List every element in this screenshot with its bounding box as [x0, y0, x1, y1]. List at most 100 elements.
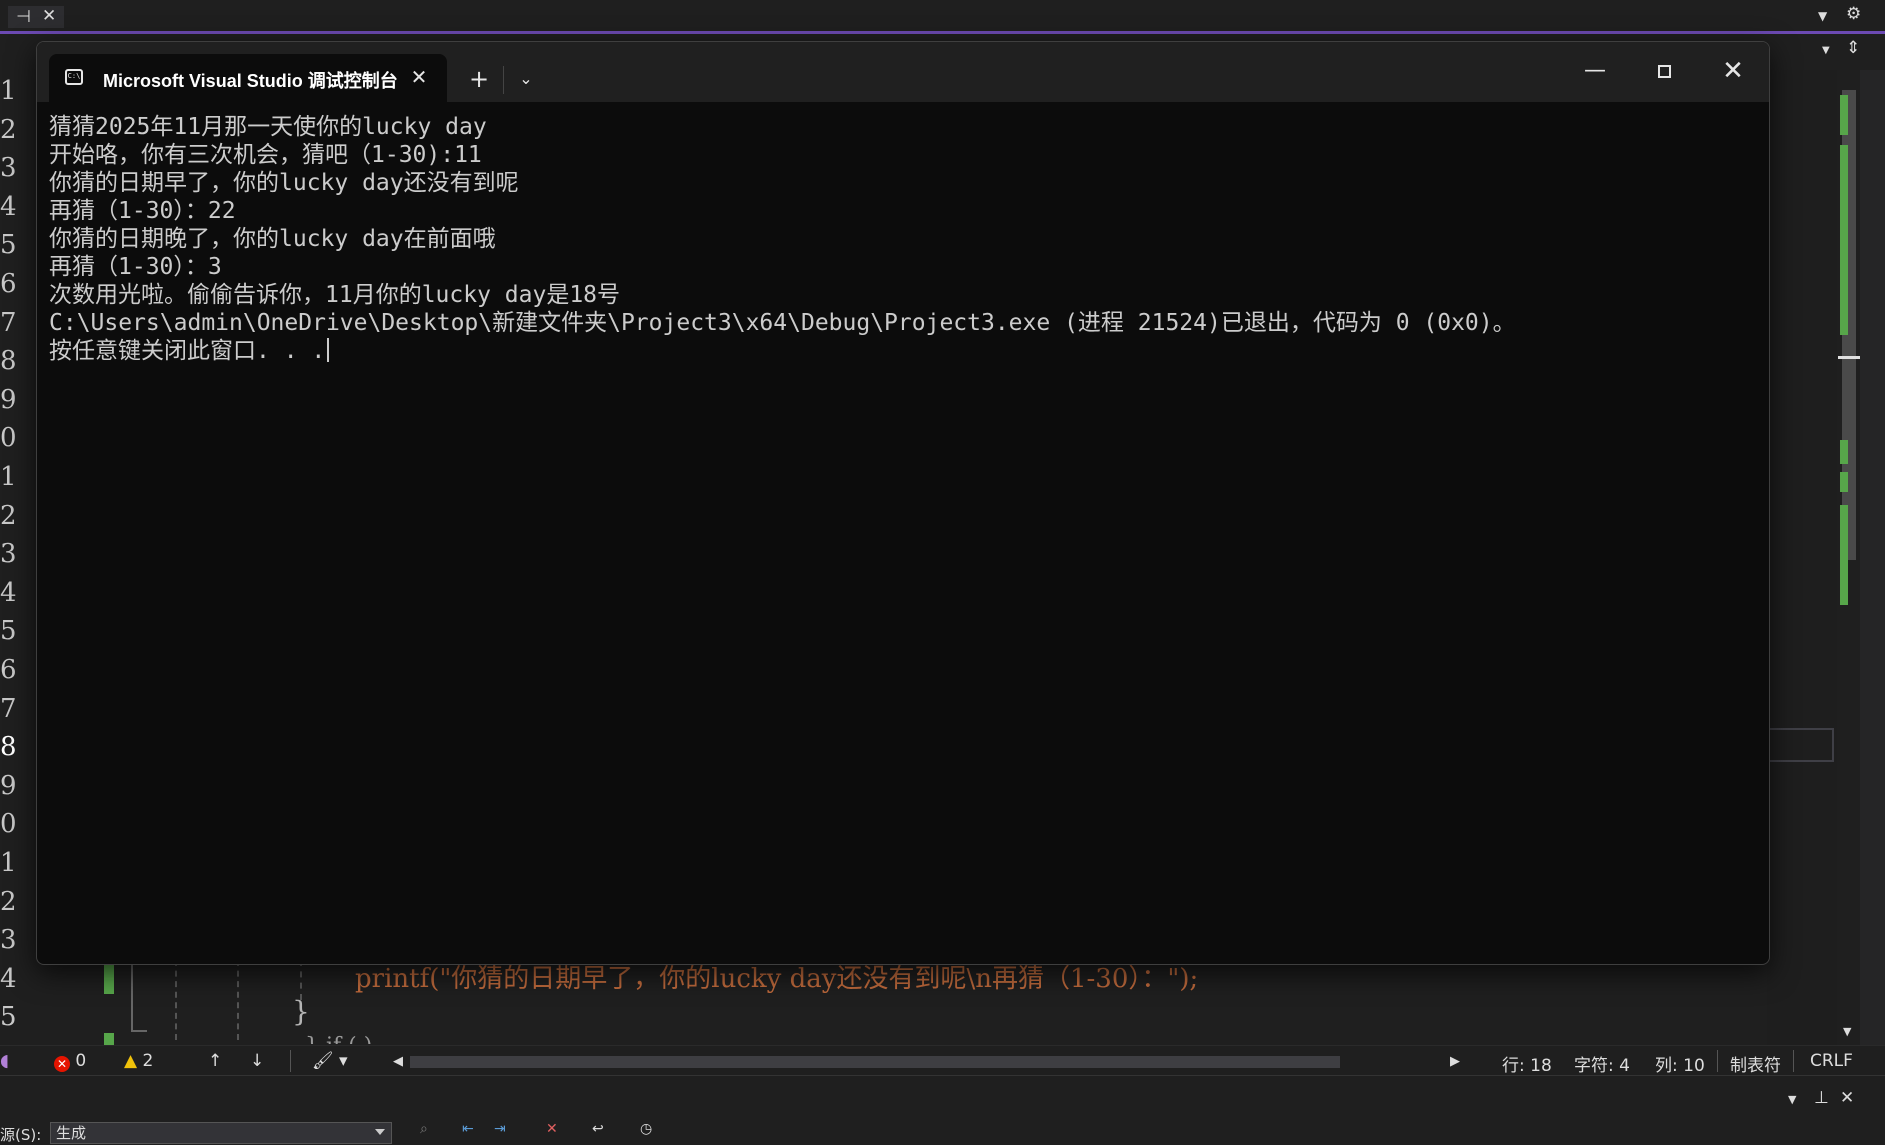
pinned-tab[interactable]: ⊣ ✕: [8, 6, 64, 28]
panel-dropdown-icon[interactable]: ▼: [1788, 1094, 1796, 1105]
gear-icon[interactable]: ⚙: [1846, 6, 1861, 23]
split-icon[interactable]: ⇕: [1846, 40, 1860, 57]
line-indicator[interactable]: 行: 18: [1502, 1051, 1552, 1076]
code-line-if[interactable]: } if ( ): [305, 1034, 372, 1044]
error-count[interactable]: ✕ 0: [54, 1051, 86, 1072]
pin-icon[interactable]: ⊥: [1814, 1090, 1829, 1107]
divider: [1793, 1050, 1794, 1072]
line-number: 4: [0, 191, 17, 222]
code-minimap[interactable]: [1767, 70, 1837, 1045]
line-number-gutter: 1 2 3 4 5 6 7 8 9 0 1 2 3 4 5 6 7 8 9 0 1 2 3 4 5: [0, 70, 36, 1045]
maximize-button[interactable]: [1641, 54, 1687, 88]
clear-all-icon[interactable]: ✕: [546, 1122, 558, 1136]
brush-icon[interactable]: 🖌 ▾: [312, 1051, 348, 1071]
tab-list-dropdown-icon[interactable]: ▼: [1822, 46, 1830, 56]
arrow-up-icon[interactable]: ↑: [208, 1051, 222, 1071]
console-output[interactable]: 猜猜2025年11月那一天使你的lucky day 开始咯，你有三次机会，猜吧（1…: [49, 113, 1749, 953]
line-number: 4: [0, 963, 17, 994]
console-line-text: 再猜（1-30）：22: [49, 198, 236, 224]
line-number: 1: [0, 462, 17, 492]
divider: [290, 1050, 291, 1072]
line-number: 0: [0, 423, 17, 454]
console-tab[interactable]: C:\ Microsoft Visual Studio 调试控制台 ✕: [49, 54, 447, 102]
code-line-brace[interactable]: }: [292, 995, 310, 1028]
console-line: 开始咯，你有三次机会，猜吧（1-30):11: [49, 141, 1749, 169]
side-panel-edge: [1860, 70, 1885, 1045]
line-number: 2: [0, 500, 17, 531]
indent-mode[interactable]: 制表符: [1730, 1051, 1781, 1076]
word-wrap-icon[interactable]: ↩: [592, 1122, 604, 1136]
line-number: 3: [0, 539, 17, 570]
minimize-button[interactable]: —: [1572, 54, 1618, 88]
console-tab-title: Microsoft Visual Studio 调试控制台: [103, 71, 398, 89]
line-number: 5: [0, 616, 17, 647]
line-number: 2: [0, 886, 17, 917]
scroll-left-icon[interactable]: ◀: [393, 1054, 403, 1069]
line-number: 5: [0, 230, 17, 261]
line-number: 3: [0, 925, 17, 956]
chevron-down-icon[interactable]: ⌄: [511, 64, 541, 94]
warning-count-value: 2: [142, 1051, 154, 1071]
line-number: 8: [0, 346, 17, 377]
console-titlebar[interactable]: C:\ Microsoft Visual Studio 调试控制台 ✕ + ⌄ …: [37, 42, 1769, 102]
line-number: 4: [0, 577, 17, 608]
console-line-text: 再猜（1-30）：3: [49, 254, 222, 280]
console-line-text: 次数用光啦。偷偷告诉你，11月你的lucky day是18号: [49, 282, 621, 308]
console-line: 按任意键关闭此窗口. . .: [49, 337, 1749, 365]
text-cursor: [327, 338, 330, 362]
console-line-text: 你猜的日期晚了，你的lucky day在前面哦: [49, 226, 496, 252]
new-tab-button[interactable]: +: [462, 62, 496, 96]
arrow-down-icon[interactable]: ↓: [250, 1051, 264, 1071]
divider: [1717, 1050, 1718, 1072]
close-window-button[interactable]: ✕: [1710, 54, 1756, 88]
console-line-text: 你猜的日期早了，你的lucky day还没有到呢: [49, 170, 519, 196]
line-number: 2: [0, 114, 17, 145]
scroll-change-marker: [1840, 472, 1848, 492]
console-line-text: C:\Users\admin\OneDrive\Desktop\新建文件夹\Pr…: [49, 310, 1516, 336]
dropdown-icon[interactable]: ▼: [1818, 10, 1827, 22]
horizontal-scrollbar[interactable]: [410, 1056, 1340, 1068]
line-number: 3: [0, 153, 17, 184]
close-panel-icon[interactable]: ✕: [1840, 1090, 1854, 1107]
close-tab-icon[interactable]: ✕: [407, 64, 431, 90]
line-ending[interactable]: CRLF: [1810, 1051, 1853, 1071]
prev-message-icon[interactable]: ⇤: [462, 1122, 474, 1136]
line-number: 7: [0, 693, 17, 724]
scroll-right-icon[interactable]: ▶: [1450, 1054, 1460, 1069]
error-icon: ✕: [54, 1056, 70, 1072]
output-toolbar: 源(S): 生成 ⌕ ⇤ ⇥ ✕ ↩ ◷: [0, 1122, 1885, 1144]
console-line: C:\Users\admin\OneDrive\Desktop\新建文件夹\Pr…: [49, 309, 1749, 337]
find-icon[interactable]: ⌕: [420, 1122, 428, 1136]
output-source-value: 生成: [56, 1124, 87, 1142]
change-marker: [104, 962, 114, 994]
console-line: 再猜（1-30）：3: [49, 253, 1749, 281]
debug-console-window[interactable]: C:\ Microsoft Visual Studio 调试控制台 ✕ + ⌄ …: [36, 41, 1770, 965]
scroll-change-marker: [1840, 440, 1848, 464]
divider: [503, 66, 504, 94]
clock-icon[interactable]: ◷: [640, 1122, 652, 1136]
console-line-text: 按任意键关闭此窗口. . .: [49, 338, 326, 364]
vertical-scrollbar[interactable]: ▼: [1838, 70, 1868, 1045]
indent-guide: [175, 960, 177, 1040]
line-number: 7: [0, 307, 17, 338]
intellicode-icon[interactable]: ◖: [0, 1051, 9, 1071]
console-line: 你猜的日期早了，你的lucky day还没有到呢: [49, 169, 1749, 197]
console-line-text: 开始咯，你有三次机会，猜吧（1-30):11: [49, 142, 482, 168]
console-line-text: 猜猜2025年11月那一天使你的lucky day: [49, 114, 487, 140]
scroll-change-marker: [1840, 505, 1848, 605]
error-count-value: 0: [75, 1051, 87, 1071]
close-icon[interactable]: ✕: [42, 8, 56, 25]
pin-icon[interactable]: ⊣: [16, 9, 31, 26]
maximize-icon: [1657, 65, 1671, 78]
line-number: 6: [0, 269, 17, 299]
chevron-down-icon: [375, 1129, 385, 1135]
indent-guide: [300, 960, 302, 1000]
next-message-icon[interactable]: ⇥: [494, 1122, 506, 1136]
scroll-down-icon[interactable]: ▼: [1843, 1026, 1851, 1037]
char-indicator[interactable]: 字符: 4: [1574, 1051, 1630, 1076]
console-line: 猜猜2025年11月那一天使你的lucky day: [49, 113, 1749, 141]
column-indicator[interactable]: 列: 10: [1655, 1051, 1705, 1076]
console-line: 你猜的日期晚了，你的lucky day在前面哦: [49, 225, 1749, 253]
console-line: 再猜（1-30）：22: [49, 197, 1749, 225]
warning-count[interactable]: ▲ 2: [124, 1051, 153, 1071]
